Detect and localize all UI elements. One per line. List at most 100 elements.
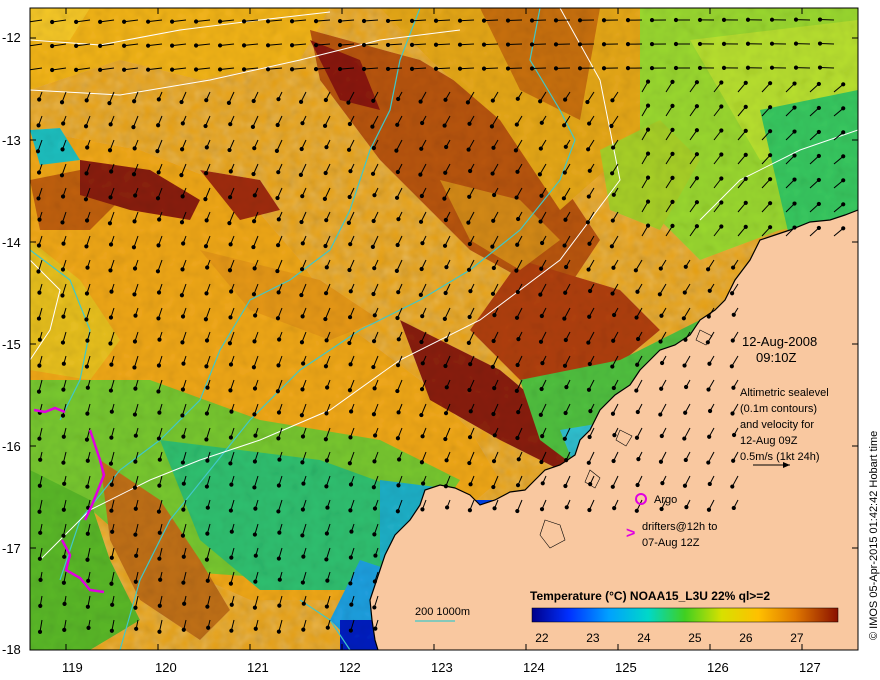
velocity-arrow-head [670,127,675,133]
velocity-arrow-head [516,216,521,222]
velocity-arrow-head [385,42,391,48]
velocity-arrow-head [324,484,329,489]
velocity-arrow-head [250,124,256,129]
velocity-arrow-head [298,99,304,104]
velocity-arrow-head [133,386,138,391]
velocity-arrow-head [346,220,351,225]
velocity-arrow-head [122,19,127,24]
velocity-arrow-head [562,170,567,175]
velocity-arrow-head [205,578,210,583]
velocity-arrow-head [85,531,90,536]
velocity-arrow-head [466,267,472,272]
velocity-arrow-head [132,339,138,344]
velocity-arrow-head [205,505,210,510]
velocity-arrow-head [625,42,631,47]
velocity-arrow-head [611,338,616,343]
velocity-arrow-head [419,146,424,151]
velocity-arrow-head [300,507,306,512]
velocity-arrow-head [719,128,724,133]
velocity-arrow-head [157,530,162,535]
velocity-arrow-head [553,42,559,47]
velocity-arrow-head [132,266,138,271]
velocity-arrow-head [515,483,521,488]
velocity-arrow-head [537,172,542,177]
velocity-arrow-head [792,177,797,182]
velocity-arrow-head [108,388,114,393]
velocity-arrow-head [85,265,90,270]
velocity-arrow-head [467,460,472,466]
velocity-arrow-head [719,200,724,205]
velocity-arrow-head [61,580,66,585]
velocity-arrow-head [180,267,185,272]
lat-label: -17 [2,541,21,556]
velocity-arrow-head [229,529,234,534]
velocity-arrow-head [466,220,471,225]
velocity-arrow-head [313,19,319,24]
velocity-arrow-head [588,409,593,414]
velocity-arrow-head [157,629,162,634]
velocity-arrow-head [370,171,376,176]
velocity-arrow-head [792,153,797,158]
velocity-arrow-head [62,481,67,486]
velocity-arrow-head [395,509,400,514]
velocity-arrow-head [348,628,353,633]
velocity-arrow-head [745,65,751,70]
velocity-arrow-head [299,292,304,298]
velocity-arrow-head [468,362,473,367]
velocity-arrow-head [683,410,688,415]
velocity-arrow-head [673,41,679,47]
velocity-arrow-head [443,484,449,489]
velocity-arrow-head [37,629,43,634]
velocity-arrow-head [649,65,655,71]
velocity-arrow-head [252,605,258,610]
velocity-arrow-head [181,361,186,366]
velocity-arrow-head [324,145,329,150]
velocity-arrow-head [299,340,305,345]
velocity-arrow-head [204,484,210,489]
velocity-arrow-head [719,80,724,85]
velocity-arrow-head [109,409,114,414]
velocity-arrow-head [61,121,66,126]
velocity-arrow-head [515,96,520,101]
velocity-arrow-head [516,410,521,415]
lon-label: 123 [431,660,453,675]
velocity-arrow-head [300,241,305,246]
velocity-arrow-head [444,144,449,150]
velocity-arrow-head [275,316,281,321]
velocity-arrow-head [588,482,593,487]
velocity-arrow-head [324,265,329,270]
velocity-arrow-head [133,313,138,318]
velocity-arrow-head [372,532,377,537]
velocity-arrow-head [325,578,330,583]
velocity-arrow-head [180,340,185,345]
velocity-arrow-head [157,217,162,222]
velocity-arrow-head [203,123,208,129]
velocity-arrow-head [577,66,583,71]
velocity-arrow-head [180,121,185,126]
velocity-arrow-head [409,66,415,71]
velocity-arrow-head [204,338,210,343]
velocity-arrow-head [394,148,399,153]
velocity-arrow-head [395,388,400,394]
velocity-arrow-head [277,457,282,462]
velocity-arrow-head [133,433,138,438]
velocity-arrow-head [252,412,257,417]
velocity-arrow-head [156,363,162,368]
velocity-arrow-head [361,42,367,48]
velocity-arrow-head [181,507,186,512]
velocity-arrow-head [30,21,31,24]
velocity-arrow-head [146,67,151,72]
velocity-arrow-head [265,43,271,48]
velocity-arrow-head [538,412,543,417]
velocity-arrow-head [395,122,400,127]
velocity-arrow-head [348,289,353,294]
velocity-arrow-head [409,18,415,23]
velocity-arrow-head [645,103,651,108]
velocity-arrow-head [611,192,616,197]
drifters-label-2: 07-Aug 12Z [642,537,700,549]
velocity-arrow-head [347,388,353,393]
velocity-arrow-head [203,317,209,322]
velocity-arrow-head [289,67,295,72]
velocity-arrow-head [816,153,821,159]
velocity-arrow-head [323,316,328,322]
